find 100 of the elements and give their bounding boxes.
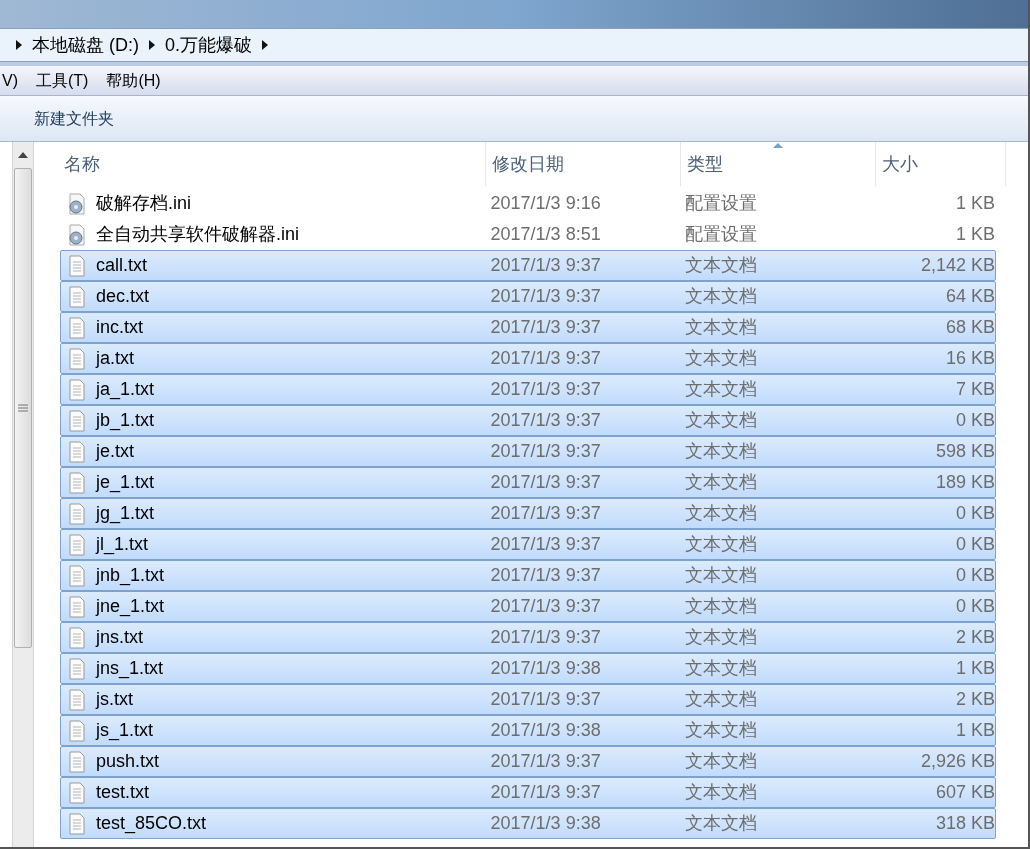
file-size: 2,142 KB [919,254,995,277]
file-type: 文本文档 [685,595,759,618]
settings-file-icon [67,223,87,246]
file-size: 1 KB [954,223,995,246]
modified-date: 2017/1/3 9:37 [490,440,602,463]
file-row[interactable]: ja.txt 2017/1/3 9:37 文本文档 16 KB [60,343,996,374]
modified-date: 2017/1/3 9:16 [490,192,602,215]
modified-date: 2017/1/3 9:37 [490,626,602,649]
file-name: push.txt [96,750,161,773]
file-size: 1 KB [954,657,995,680]
file-row[interactable]: jb_1.txt 2017/1/3 9:37 文本文档 0 KB [60,405,996,436]
file-row[interactable]: test.txt 2017/1/3 9:37 文本文档 607 KB [60,777,996,808]
file-size: 0 KB [954,533,995,556]
file-name: je_1.txt [96,471,156,495]
text-file-icon [67,440,87,463]
text-file-icon [67,781,87,804]
column-header[interactable]: 类型 [681,142,876,186]
file-size: 598 KB [934,440,995,463]
address-bar[interactable]: 本地磁盘 (D:) 0.万能爆破 [0,28,1028,62]
file-name: jb_1.txt [96,409,156,433]
file-type: 文本文档 [685,440,759,463]
file-type: 文本文档 [685,502,759,525]
column-header[interactable]: 名称 [60,142,486,186]
file-row[interactable]: inc.txt 2017/1/3 9:37 文本文档 68 KB [60,312,996,343]
file-name: ja.txt [96,347,135,370]
file-row[interactable]: je.txt 2017/1/3 9:37 文本文档 598 KB [60,436,996,467]
menu-item[interactable]: V) [0,68,20,93]
file-row[interactable]: jnb_1.txt 2017/1/3 9:37 文本文档 0 KB [60,560,996,591]
file-size: 2,926 KB [919,750,995,773]
file-type: 文本文档 [685,533,759,556]
file-size: 2 KB [954,626,995,649]
chevron-right-icon[interactable] [16,40,22,50]
breadcrumb[interactable]: 0.万能爆破 [165,31,252,59]
file-name: 全自动共享软件破解器.ini [96,223,300,246]
file-size: 64 KB [944,285,995,308]
file-type: 文本文档 [685,564,759,587]
file-type: 文本文档 [685,626,759,649]
file-name: jne_1.txt [96,595,166,619]
modified-date: 2017/1/3 9:37 [490,378,602,401]
text-file-icon [67,564,87,587]
file-row[interactable]: jns_1.txt 2017/1/3 9:38 文本文档 1 KB [60,653,996,684]
file-size: 0 KB [954,564,995,587]
file-row[interactable]: dec.txt 2017/1/3 9:37 文本文档 64 KB [60,281,996,312]
file-row[interactable]: 破解存档.ini 2017/1/3 9:16 配置设置 1 KB [60,188,996,219]
file-row[interactable]: 全自动共享软件破解器.ini 2017/1/3 8:51 配置设置 1 KB [60,219,996,250]
file-row[interactable]: ja_1.txt 2017/1/3 9:37 文本文档 7 KB [60,374,996,405]
file-row[interactable]: jl_1.txt 2017/1/3 9:37 文本文档 0 KB [60,529,996,560]
chevron-right-icon[interactable] [149,40,155,50]
file-type: 配置设置 [685,192,759,215]
file-name: jl_1.txt [96,533,149,557]
file-type: 文本文档 [685,471,759,494]
file-size: 68 KB [944,316,995,339]
file-row[interactable]: push.txt 2017/1/3 9:37 文本文档 2,926 KB [60,746,996,777]
new-folder-button[interactable]: 新建文件夹 [34,106,114,131]
file-row[interactable]: jne_1.txt 2017/1/3 9:37 文本文档 0 KB [60,591,996,622]
modified-date: 2017/1/3 9:37 [490,533,602,556]
file-type: 文本文档 [685,657,759,680]
file-size: 318 KB [934,812,995,835]
file-row[interactable]: test_85CO.txt 2017/1/3 9:38 文本文档 318 KB [60,808,996,839]
breadcrumb[interactable]: 本地磁盘 (D:) [32,31,139,59]
file-size: 0 KB [954,595,995,618]
menu-item[interactable]: 工具(T) [34,68,91,93]
file-size: 7 KB [954,378,995,401]
modified-date: 2017/1/3 9:37 [490,564,602,587]
file-name: call.txt [96,254,148,277]
file-type: 文本文档 [685,781,759,804]
file-type: 文本文档 [685,719,759,742]
file-row[interactable]: call.txt 2017/1/3 9:37 文本文档 2,142 KB [60,250,996,281]
grip-icon [18,404,28,412]
file-row[interactable]: je_1.txt 2017/1/3 9:37 文本文档 189 KB [60,467,996,498]
text-file-icon [67,750,87,773]
file-row[interactable]: jns.txt 2017/1/3 9:37 文本文档 2 KB [60,622,996,653]
text-file-icon [67,378,87,401]
file-size: 1 KB [954,192,995,215]
settings-file-icon [67,192,87,215]
file-row[interactable]: jg_1.txt 2017/1/3 9:37 文本文档 0 KB [60,498,996,529]
scrollbar[interactable] [12,142,34,847]
file-row[interactable]: js.txt 2017/1/3 9:37 文本文档 2 KB [60,684,996,715]
text-file-icon [67,688,87,711]
modified-date: 2017/1/3 9:37 [490,347,602,370]
text-file-icon [67,254,87,277]
modified-date: 2017/1/3 9:37 [490,688,602,711]
modified-date: 2017/1/3 9:38 [490,812,602,835]
file-name: jns_1.txt [96,657,165,681]
text-file-icon [67,502,87,525]
file-size: 607 KB [934,781,995,804]
text-file-icon [67,626,87,649]
file-size: 0 KB [954,502,995,525]
modified-date: 2017/1/3 9:37 [490,285,602,308]
file-size: 189 KB [934,471,995,494]
scrollbar-thumb[interactable] [14,168,32,648]
scroll-up-icon[interactable] [18,152,28,158]
file-row[interactable]: js_1.txt 2017/1/3 9:38 文本文档 1 KB [60,715,996,746]
column-header[interactable]: 大小 [876,142,1006,186]
chevron-right-icon[interactable] [262,40,268,50]
menu-item[interactable]: 帮助(H) [104,68,163,93]
file-name: je.txt [96,440,135,463]
modified-date: 2017/1/3 9:37 [490,471,602,494]
column-header[interactable]: 修改日期 [486,142,681,186]
file-type: 文本文档 [685,750,759,773]
